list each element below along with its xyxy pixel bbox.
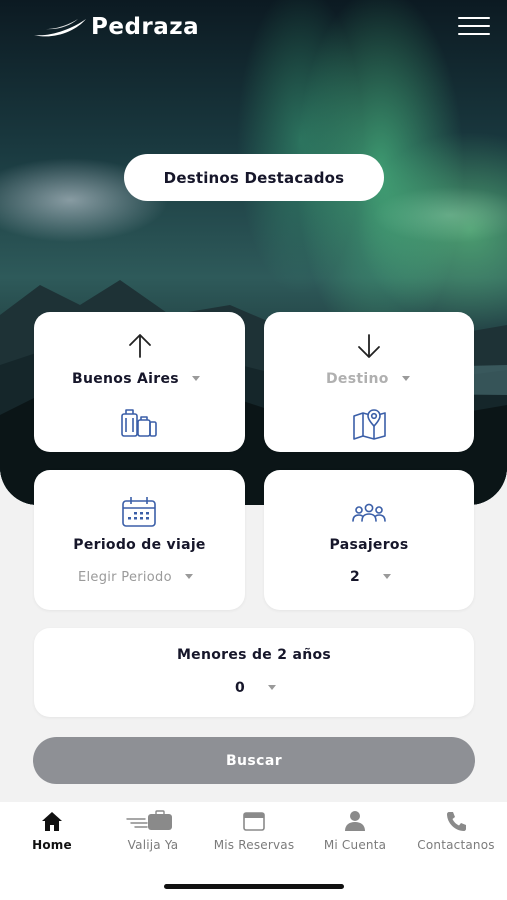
tab-mis-reservas-label: Mis Reservas [213,838,295,852]
destination-selector-card[interactable]: Destino [264,312,474,452]
search-button[interactable]: Buscar [33,737,475,784]
tab-contactanos-label: Contactanos [417,838,495,852]
hamburger-menu-button[interactable] [458,17,490,37]
swoosh-logo-icon [34,19,86,37]
home-icon [42,812,62,831]
chevron-down-icon [383,574,392,579]
origin-value: Buenos Aires [72,371,179,387]
tab-mi-cuenta[interactable]: Mi Cuenta [305,810,405,860]
infants-value: 0 [235,680,246,696]
chevron-down-icon [192,376,200,381]
travel-period-card[interactable]: Periodo de viaje Elegir Periodo [34,470,245,610]
chevron-down-icon [184,574,193,579]
group-people-icon [352,503,386,522]
tab-home-label: Home [32,838,72,852]
menu-line-icon [458,17,490,19]
tab-home[interactable]: Home [2,810,102,860]
featured-destinations-button[interactable]: Destinos Destacados [124,154,384,201]
travel-period-title: Periodo de viaje [73,537,206,553]
passengers-title: Pasajeros [329,537,409,553]
arrow-down-icon [358,334,380,358]
menu-line-icon [458,25,490,27]
user-icon [345,811,365,831]
infants-title: Menores de 2 años [176,647,332,663]
brand-name: Pedraza [91,14,200,40]
menu-line-icon [458,33,490,35]
chevron-down-icon [401,376,410,381]
arrow-up-icon [129,334,151,358]
infants-card[interactable]: Menores de 2 años 0 [34,628,474,717]
passengers-value: 2 [350,569,361,585]
map-icon [353,409,386,440]
chevron-down-icon [268,685,277,690]
brand-logo[interactable]: Pedraza [32,14,199,40]
phone-icon [447,812,466,831]
destination-placeholder: Destino [326,371,389,387]
tab-mis-reservas[interactable]: Mis Reservas [204,810,304,860]
calendar-icon [122,497,156,527]
luggage-icon [121,409,157,437]
home-indicator[interactable] [164,884,344,889]
suitcase-icon [126,810,172,830]
top-bar: Pedraza [0,0,507,60]
calendar-icon [243,812,265,831]
travel-period-placeholder: Elegir Periodo [78,570,172,585]
origin-selector-card[interactable]: Buenos Aires [34,312,245,452]
tab-contactanos[interactable]: Contactanos [406,810,506,860]
tab-mi-cuenta-label: Mi Cuenta [323,838,387,852]
tab-valija-ya-label: Valija Ya [127,838,179,852]
tab-valija-ya[interactable]: Valija Ya [103,810,203,860]
passengers-card[interactable]: Pasajeros 2 [264,470,474,610]
